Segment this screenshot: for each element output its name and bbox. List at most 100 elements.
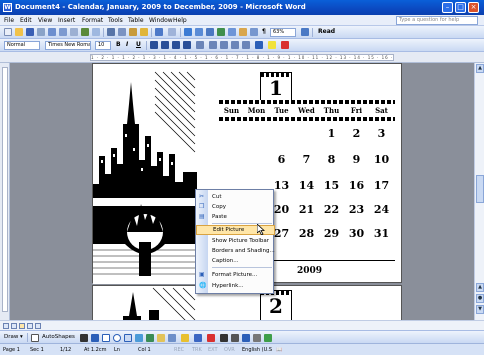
- undo-icon[interactable]: [155, 28, 163, 36]
- horizontal-ruler[interactable]: 1 · 2 · 1 · 1 · 2 · 1 · 3 · 1 · 4 · 1 · …: [0, 52, 484, 63]
- shadow-style-icon[interactable]: [253, 334, 261, 342]
- permission-icon[interactable]: [37, 28, 45, 36]
- menu-tools[interactable]: Tools: [108, 17, 123, 24]
- outline-view-icon[interactable]: [27, 323, 33, 329]
- draw-dropdown-icon[interactable]: ▾: [20, 334, 23, 340]
- justify-icon[interactable]: [183, 41, 191, 49]
- document-workspace[interactable]: 1 Sun Mon Tue Wed Thu Fri Sat 1 2 3 6 7 …: [10, 63, 474, 320]
- arrow-style-icon[interactable]: [242, 334, 250, 342]
- close-button[interactable]: ×: [468, 2, 479, 13]
- web-layout-view-icon[interactable]: [11, 323, 17, 329]
- menu-item-cut[interactable]: ✂ Cut: [196, 192, 275, 202]
- spelling-status-icon[interactable]: 📖: [276, 347, 282, 353]
- menu-item-show-picture-toolbar[interactable]: Show Picture Toolbar: [196, 236, 275, 246]
- status-language[interactable]: English (U.S: [242, 347, 272, 353]
- minimize-button[interactable]: –: [442, 2, 453, 13]
- menu-window[interactable]: Window: [149, 17, 173, 24]
- read-button[interactable]: Read: [318, 28, 335, 36]
- fill-color-icon[interactable]: [181, 334, 189, 342]
- diagram-icon[interactable]: [146, 334, 154, 342]
- bold-button[interactable]: B: [116, 41, 121, 49]
- menu-item-copy[interactable]: ❐ Copy: [196, 202, 275, 212]
- reading-layout-view-icon[interactable]: [35, 323, 41, 329]
- insert-excel-icon[interactable]: [217, 28, 225, 36]
- menu-insert[interactable]: Insert: [58, 17, 75, 24]
- menu-format[interactable]: Format: [82, 17, 103, 24]
- autoshapes-menu-button[interactable]: AutoShapes: [42, 334, 75, 340]
- arrow-icon[interactable]: [91, 334, 99, 342]
- style-select[interactable]: Normal: [4, 41, 40, 50]
- font-size-select[interactable]: 10: [95, 41, 111, 50]
- maximize-button[interactable]: □: [455, 2, 466, 13]
- decrease-indent-icon[interactable]: [231, 41, 239, 49]
- vertical-ruler[interactable]: [0, 63, 10, 320]
- show-hide-icon[interactable]: ¶: [262, 28, 266, 36]
- save-icon[interactable]: [26, 28, 34, 36]
- italic-button[interactable]: I: [126, 41, 128, 49]
- help-icon[interactable]: [301, 28, 309, 36]
- skyline-picture[interactable]: [93, 64, 197, 284]
- horizontal-scrollbar[interactable]: [0, 320, 484, 330]
- insert-picture-icon[interactable]: [168, 334, 176, 342]
- select-browse-object-icon[interactable]: ●: [476, 294, 484, 303]
- new-document-icon[interactable]: [4, 28, 12, 36]
- prev-page-icon[interactable]: ▲: [476, 283, 484, 292]
- hyperlink-icon[interactable]: [184, 28, 192, 36]
- wordart-icon[interactable]: [135, 334, 143, 342]
- border-icon[interactable]: [255, 41, 263, 49]
- line-style-icon[interactable]: [220, 334, 228, 342]
- font-color-icon[interactable]: [281, 41, 289, 49]
- insert-table-icon[interactable]: [206, 28, 214, 36]
- menu-item-paste[interactable]: ▤ Paste: [196, 212, 275, 222]
- line-spacing-icon[interactable]: [196, 41, 204, 49]
- next-page-icon[interactable]: ▼: [476, 305, 484, 314]
- line-icon[interactable]: [80, 334, 88, 342]
- spelling-icon[interactable]: [81, 28, 89, 36]
- increase-indent-icon[interactable]: [242, 41, 250, 49]
- font-select[interactable]: Times New Roman: [45, 41, 91, 50]
- vertical-scrollbar[interactable]: ▲ ▲ ● ▼: [474, 63, 484, 320]
- menu-file[interactable]: File: [4, 17, 14, 24]
- copy-icon[interactable]: [118, 28, 126, 36]
- numbering-icon[interactable]: [209, 41, 217, 49]
- print-icon[interactable]: [59, 28, 67, 36]
- columns-icon[interactable]: [228, 28, 236, 36]
- open-folder-icon[interactable]: [15, 28, 23, 36]
- rectangle-icon[interactable]: [102, 334, 110, 342]
- document-map-icon[interactable]: [250, 28, 258, 36]
- print-layout-view-icon[interactable]: [19, 323, 25, 329]
- normal-view-icon[interactable]: [3, 323, 9, 329]
- drawing-icon[interactable]: [239, 28, 247, 36]
- dash-style-icon[interactable]: [231, 334, 239, 342]
- status-rec[interactable]: REC: [174, 347, 184, 353]
- menu-item-borders-shading[interactable]: Borders and Shading...: [196, 246, 275, 256]
- menu-table[interactable]: Table: [128, 17, 144, 24]
- tables-borders-icon[interactable]: [195, 28, 203, 36]
- cut-icon[interactable]: [107, 28, 115, 36]
- scroll-up-arrow-icon[interactable]: ▲: [476, 64, 484, 73]
- clip-art-icon[interactable]: [157, 334, 165, 342]
- menu-item-caption[interactable]: Caption...: [196, 256, 275, 266]
- email-icon[interactable]: [48, 28, 56, 36]
- scroll-thumb[interactable]: [476, 175, 484, 203]
- draw-menu-button[interactable]: Draw: [4, 334, 18, 340]
- help-search-input[interactable]: Type a question for help: [396, 16, 478, 25]
- research-icon[interactable]: [92, 28, 100, 36]
- 3d-style-icon[interactable]: [264, 334, 272, 342]
- menu-item-hyperlink[interactable]: 🌐 Hyperlink...: [196, 281, 275, 291]
- menu-help[interactable]: Help: [173, 17, 187, 24]
- line-color-icon[interactable]: [194, 334, 202, 342]
- font-color-draw-icon[interactable]: [207, 334, 215, 342]
- align-right-icon[interactable]: [172, 41, 180, 49]
- text-box-icon[interactable]: [124, 334, 132, 342]
- status-ovr[interactable]: OVR: [224, 347, 235, 353]
- oval-icon[interactable]: [113, 334, 121, 342]
- menu-view[interactable]: View: [38, 17, 52, 24]
- word-app-icon[interactable]: W: [3, 3, 12, 12]
- zoom-select[interactable]: 63%: [270, 28, 296, 37]
- format-painter-icon[interactable]: [140, 28, 148, 36]
- select-objects-icon[interactable]: [31, 334, 39, 342]
- paste-icon[interactable]: [129, 28, 137, 36]
- redo-icon[interactable]: [168, 28, 176, 36]
- menu-item-format-picture[interactable]: ▣ Format Picture...: [196, 270, 275, 280]
